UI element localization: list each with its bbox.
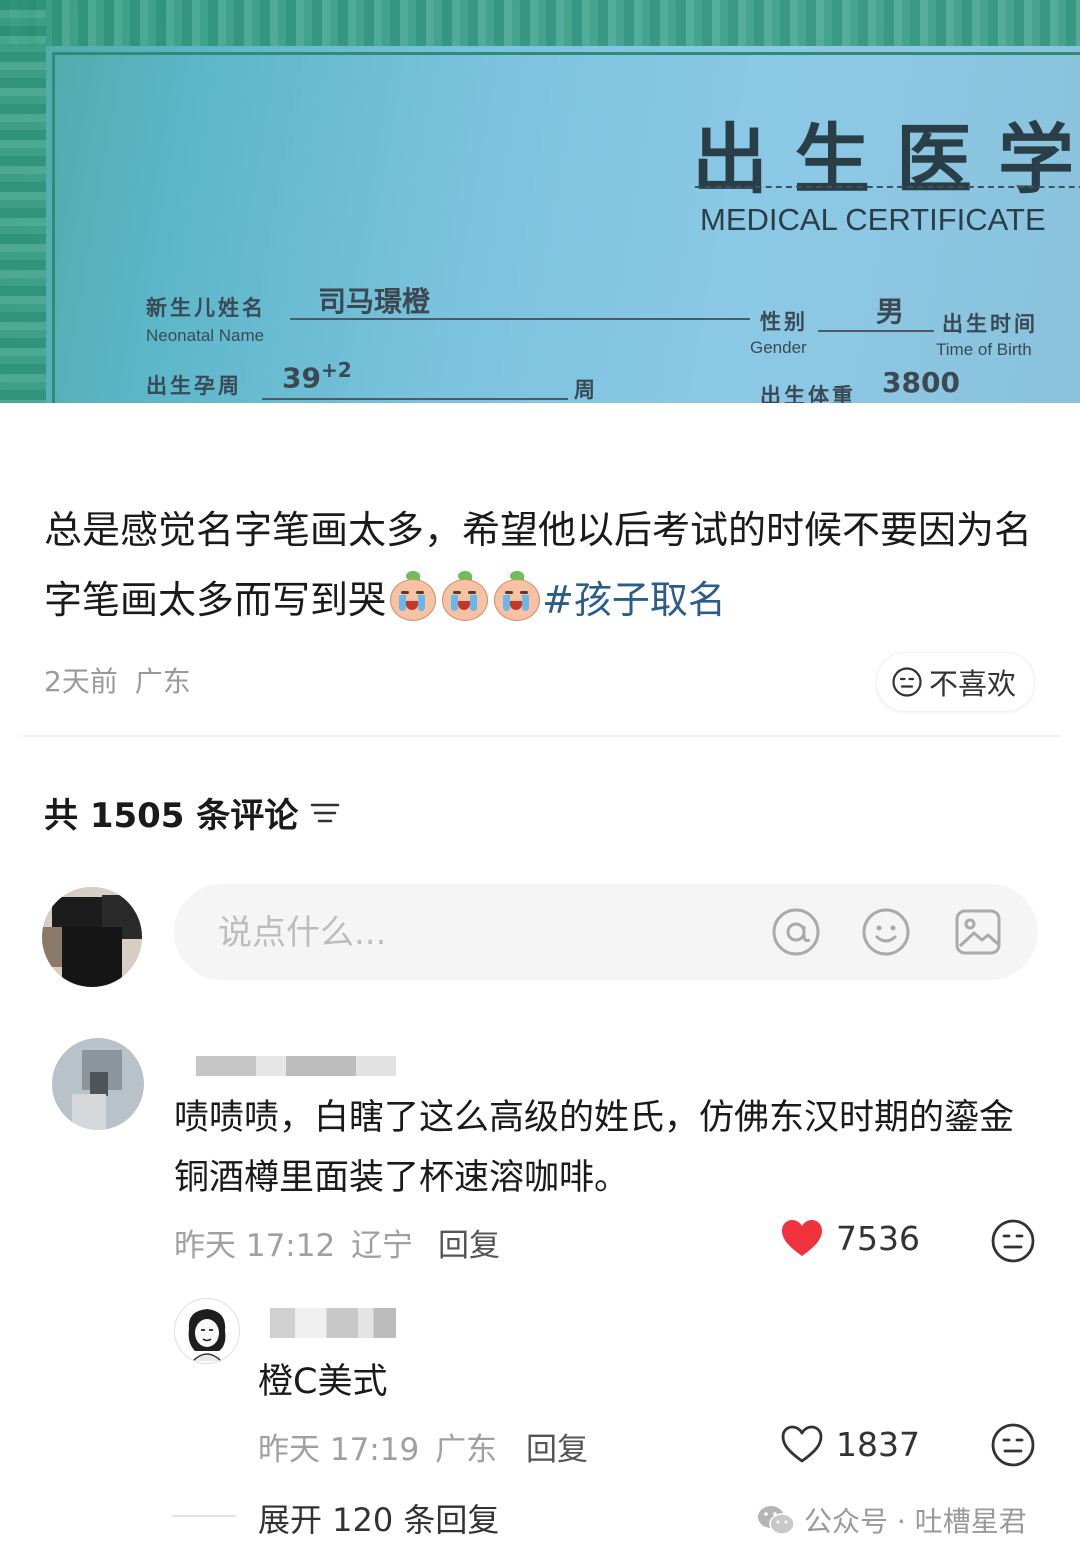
comment-location: 辽宁	[351, 1228, 414, 1264]
crying-emoji-icon	[386, 571, 438, 621]
gestation-underline	[262, 398, 568, 400]
birthtime-label-cn: 出生时间	[942, 311, 1038, 336]
post-time: 2天前	[44, 665, 118, 698]
watermark-text: 公众号 · 吐槽星君	[804, 1505, 1027, 1538]
at-mention-icon[interactable]	[770, 906, 822, 958]
like-count: 7536	[836, 1218, 920, 1258]
dislike-button[interactable]: 不喜欢	[876, 652, 1036, 712]
gestation-weeks: 39	[282, 361, 321, 395]
avatar-pixel	[72, 1094, 106, 1130]
certificate-border-left	[0, 0, 46, 403]
image-picture-icon[interactable]	[952, 906, 1004, 958]
comment-time: 昨天 17:12	[174, 1228, 336, 1264]
comment-input-box[interactable]	[174, 884, 1038, 980]
post-location: 广东	[134, 665, 191, 698]
like-count: 1837	[836, 1424, 920, 1464]
certificate-title-rule	[695, 186, 1080, 188]
heart-outline-icon	[781, 1425, 823, 1463]
weight-value: 3800	[882, 366, 960, 399]
reply-location: 广东	[435, 1432, 498, 1468]
avatar-pixel	[90, 1072, 108, 1096]
gender-label-en: Gender	[750, 338, 807, 357]
expand-replies-line	[172, 1515, 236, 1517]
post-text: 总是感觉名字笔画太多，希望他以后考试的时候不要因为名字笔画太多而写到哭 #孩子取名	[44, 495, 1044, 635]
crying-emoji-icon	[490, 571, 542, 621]
name-label-cn: 新生儿姓名	[146, 295, 266, 320]
dislike-meh-icon[interactable]	[990, 1422, 1036, 1468]
reply-meta: 昨天 17:19 广东	[258, 1424, 497, 1469]
sketch-girl-avatar-icon	[188, 1309, 226, 1362]
gender-label-cn: 性别	[760, 309, 808, 334]
certificate-photo[interactable]: 出生医学 MEDICAL CERTIFICATE 新生儿姓名 Neonatal …	[0, 0, 1080, 403]
name-value: 司马璟橙	[318, 285, 431, 318]
comment-meta: 昨天 17:12 辽宁	[174, 1220, 413, 1265]
weight-label-cn: 出生体重	[760, 383, 856, 403]
gestation-value: 39+2	[282, 358, 352, 394]
certificate-title-cn: 出生医学	[692, 115, 1080, 204]
commenter-avatar[interactable]	[52, 1038, 144, 1130]
hashtag-link[interactable]: #孩子取名	[542, 578, 726, 622]
comments-count-title: 共 1505 条评论	[44, 788, 340, 837]
replier-avatar[interactable]	[174, 1298, 240, 1364]
heart-filled-icon	[782, 1220, 822, 1256]
dislike-meh-icon[interactable]	[990, 1218, 1036, 1264]
dislike-label: 不喜欢	[929, 667, 1017, 701]
my-avatar[interactable]	[42, 887, 142, 987]
post-meta: 2天前 广东	[44, 660, 191, 700]
avatar-pixel	[62, 927, 122, 987]
comment-input[interactable]	[216, 906, 740, 960]
reply-text: 橙C美式	[258, 1362, 388, 1402]
reply-button[interactable]: 回复	[526, 1424, 588, 1469]
reply-time: 昨天 17:19	[258, 1432, 420, 1468]
gestation-label-cn: 出生孕周	[146, 373, 242, 398]
emoji-smile-icon[interactable]	[860, 906, 912, 958]
certificate-title-en: MEDICAL CERTIFICATE	[700, 202, 1046, 237]
gestation-days: +2	[320, 358, 352, 382]
certificate-border-top	[0, 0, 1080, 46]
sort-filter-icon[interactable]	[310, 800, 340, 826]
name-underline	[290, 318, 750, 320]
wechat-logo-icon	[758, 1506, 795, 1535]
crying-emoji-icon	[438, 571, 490, 621]
comment-text: 啧啧啧，白瞎了这么高级的姓氏，仿佛东汉时期的鎏金铜酒樽里面装了杯速溶咖啡。	[174, 1098, 1015, 1198]
section-divider	[22, 735, 1060, 737]
expand-replies-button[interactable]: 展开 120 条回复	[258, 1495, 499, 1541]
comments-count-label: 共 1505 条评论	[44, 796, 299, 836]
commenter-name-blurred[interactable]	[196, 1056, 396, 1076]
reply-button[interactable]: 回复	[438, 1220, 500, 1265]
meh-face-icon	[892, 667, 922, 697]
wechat-watermark: 公众号 · 吐槽星君	[756, 1500, 1027, 1540]
birthtime-label-en: Time of Birth	[936, 340, 1032, 359]
like-button[interactable]: 7536	[780, 1218, 920, 1258]
replier-name-blurred[interactable]	[270, 1308, 396, 1338]
gender-underline	[818, 330, 934, 332]
emoji-row	[386, 571, 542, 622]
gestation-unit: 周	[574, 377, 598, 402]
like-button[interactable]: 1837	[780, 1424, 920, 1464]
gender-value: 男	[876, 295, 905, 328]
name-label-en: Neonatal Name	[146, 326, 265, 345]
